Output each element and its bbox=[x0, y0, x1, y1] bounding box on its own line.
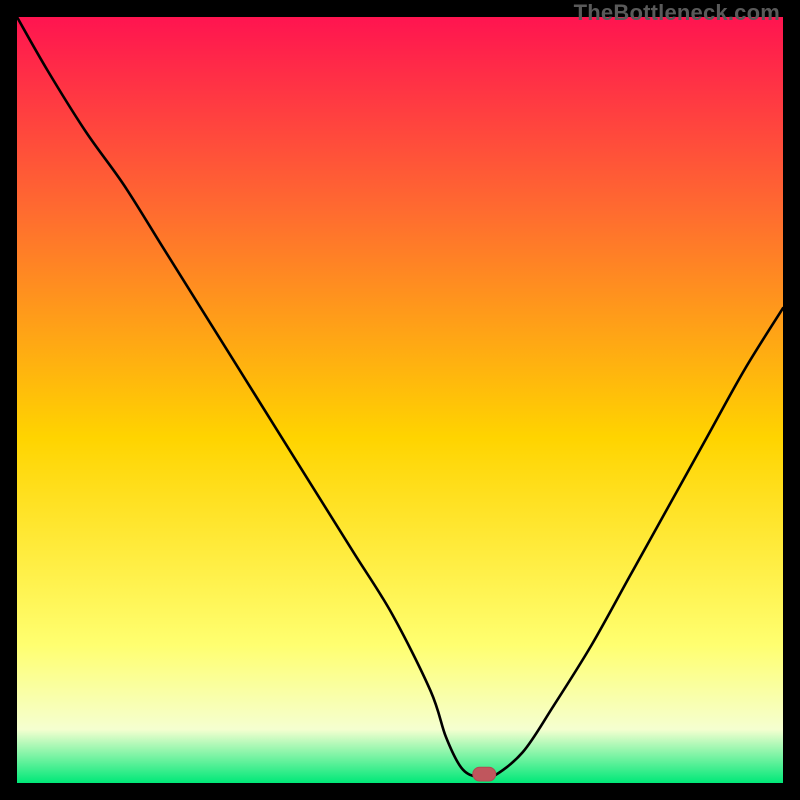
optimal-marker bbox=[473, 767, 496, 781]
plot-svg bbox=[17, 17, 783, 783]
chart-frame: TheBottleneck.com bbox=[0, 0, 800, 800]
plot-area bbox=[17, 17, 783, 783]
gradient-background bbox=[17, 17, 783, 783]
watermark-text: TheBottleneck.com bbox=[574, 0, 780, 26]
